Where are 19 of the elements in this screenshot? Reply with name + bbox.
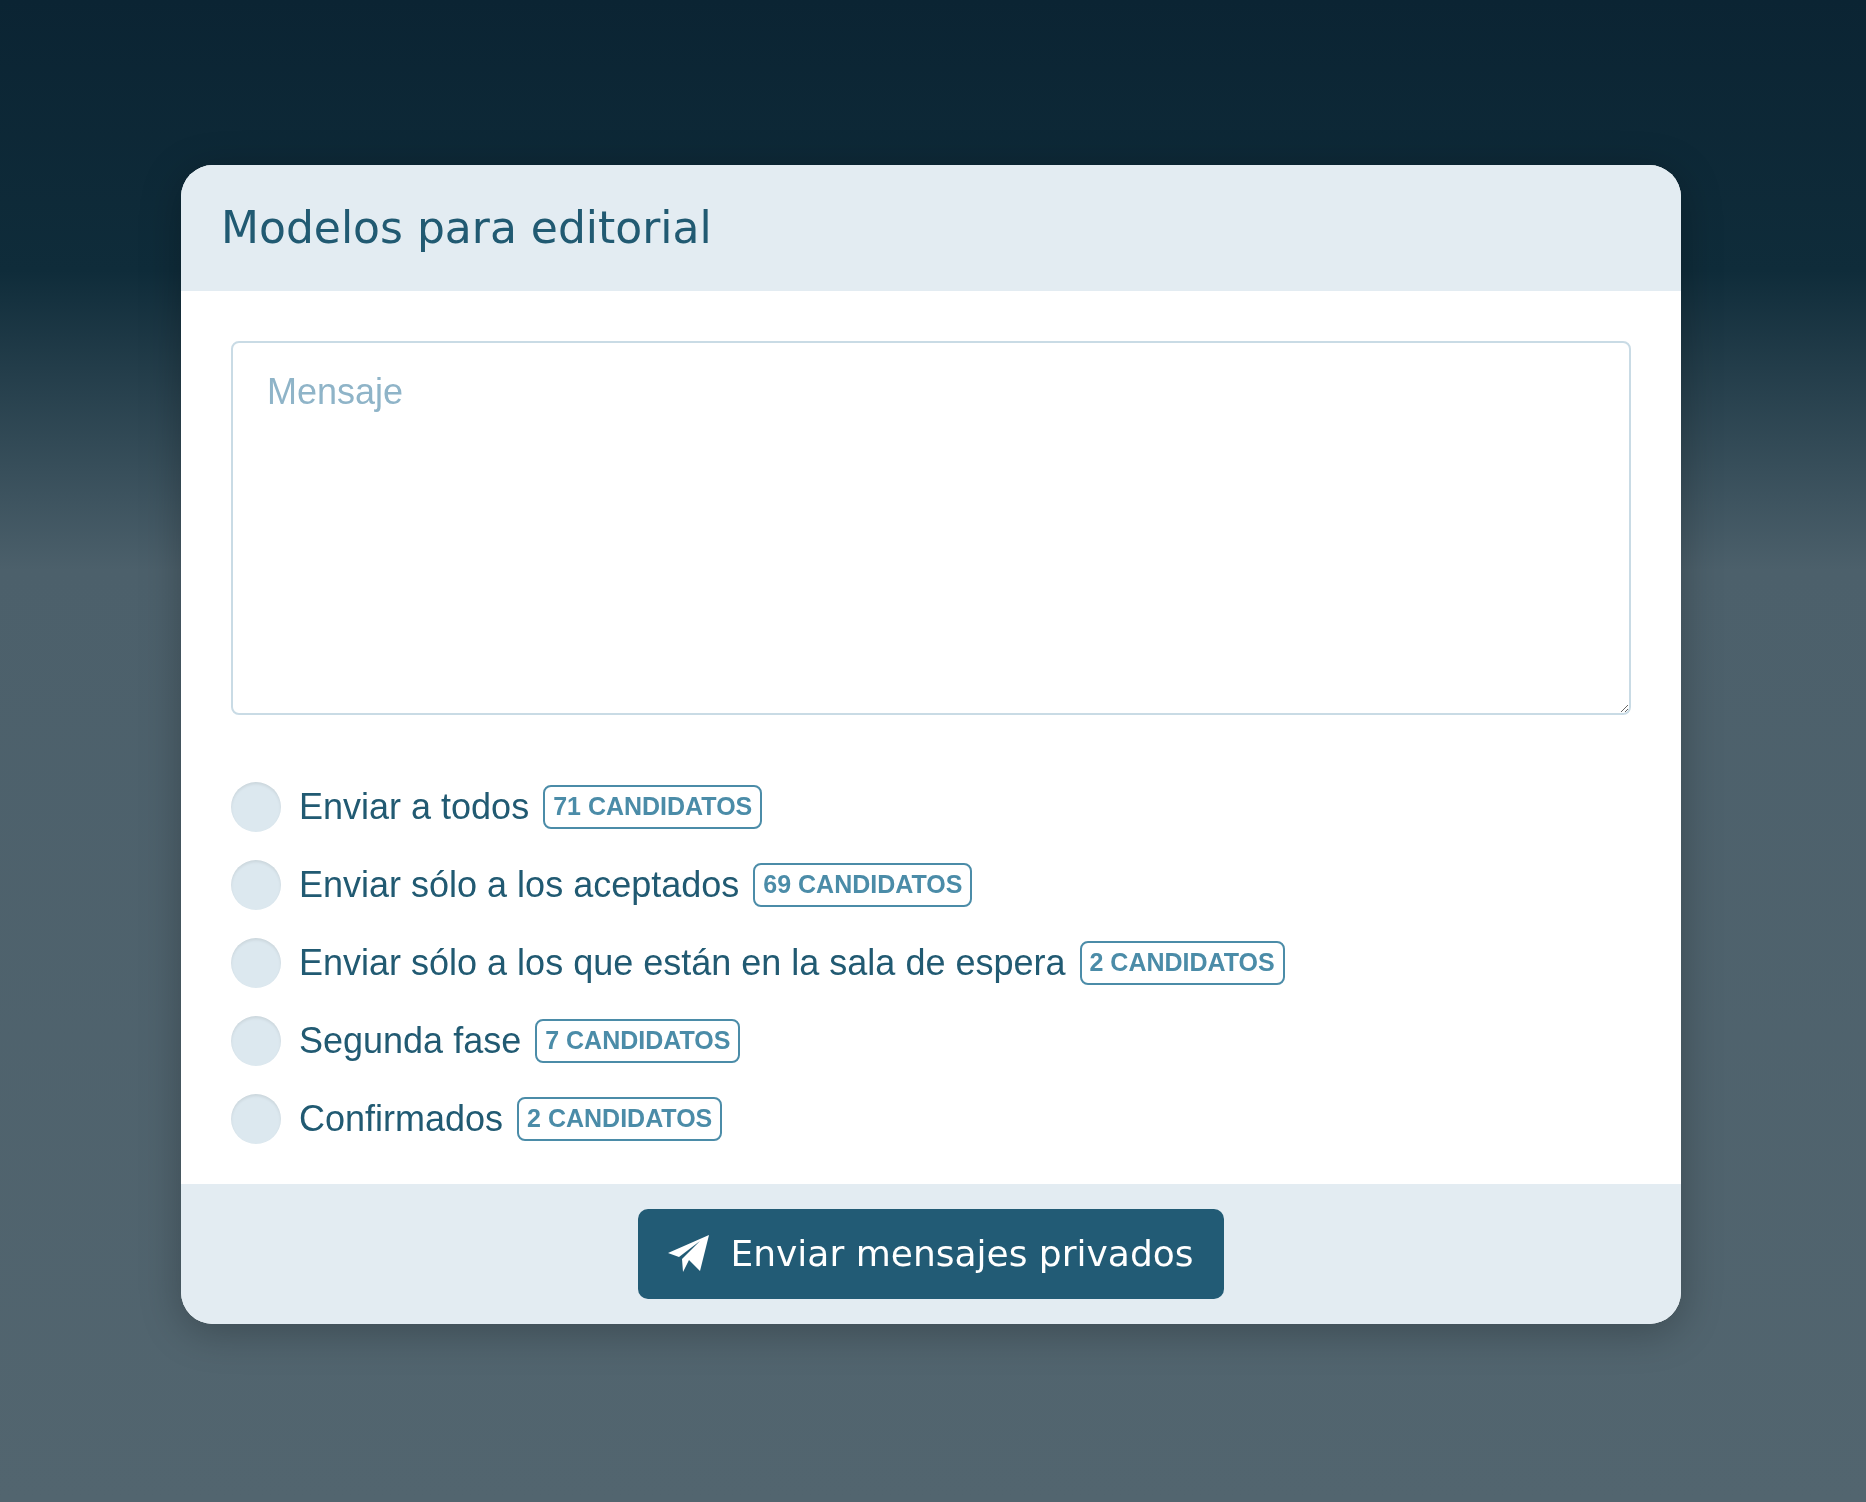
count-badge: 7 CANDIDATOS	[535, 1019, 741, 1063]
radio-button[interactable]	[231, 860, 281, 910]
radio-button[interactable]	[231, 938, 281, 988]
radio-button[interactable]	[231, 782, 281, 832]
count-badge: 2 CANDIDATOS	[517, 1097, 723, 1141]
option-label: Segunda fase	[299, 1021, 522, 1061]
radio-button[interactable]	[231, 1094, 281, 1144]
paper-plane-icon	[668, 1235, 711, 1273]
radio-button[interactable]	[231, 1016, 281, 1066]
send-button[interactable]: Enviar mensajes privados	[638, 1209, 1224, 1299]
option-label: Enviar sólo a los que están en la sala de espera	[299, 943, 1066, 983]
count-badge: 2 CANDIDATOS	[1079, 941, 1285, 985]
message-field[interactable]: Mensaje	[231, 341, 1631, 715]
count-badge: 69 CANDIDATOS	[753, 863, 973, 907]
option-label: Enviar a todos	[299, 787, 530, 827]
card-title: Modelos para editorial	[221, 201, 712, 255]
count-badge: 71 CANDIDATOS	[543, 785, 763, 829]
option-label: Confirmados	[299, 1099, 504, 1139]
option-label: Enviar sólo a los aceptados	[299, 865, 740, 905]
